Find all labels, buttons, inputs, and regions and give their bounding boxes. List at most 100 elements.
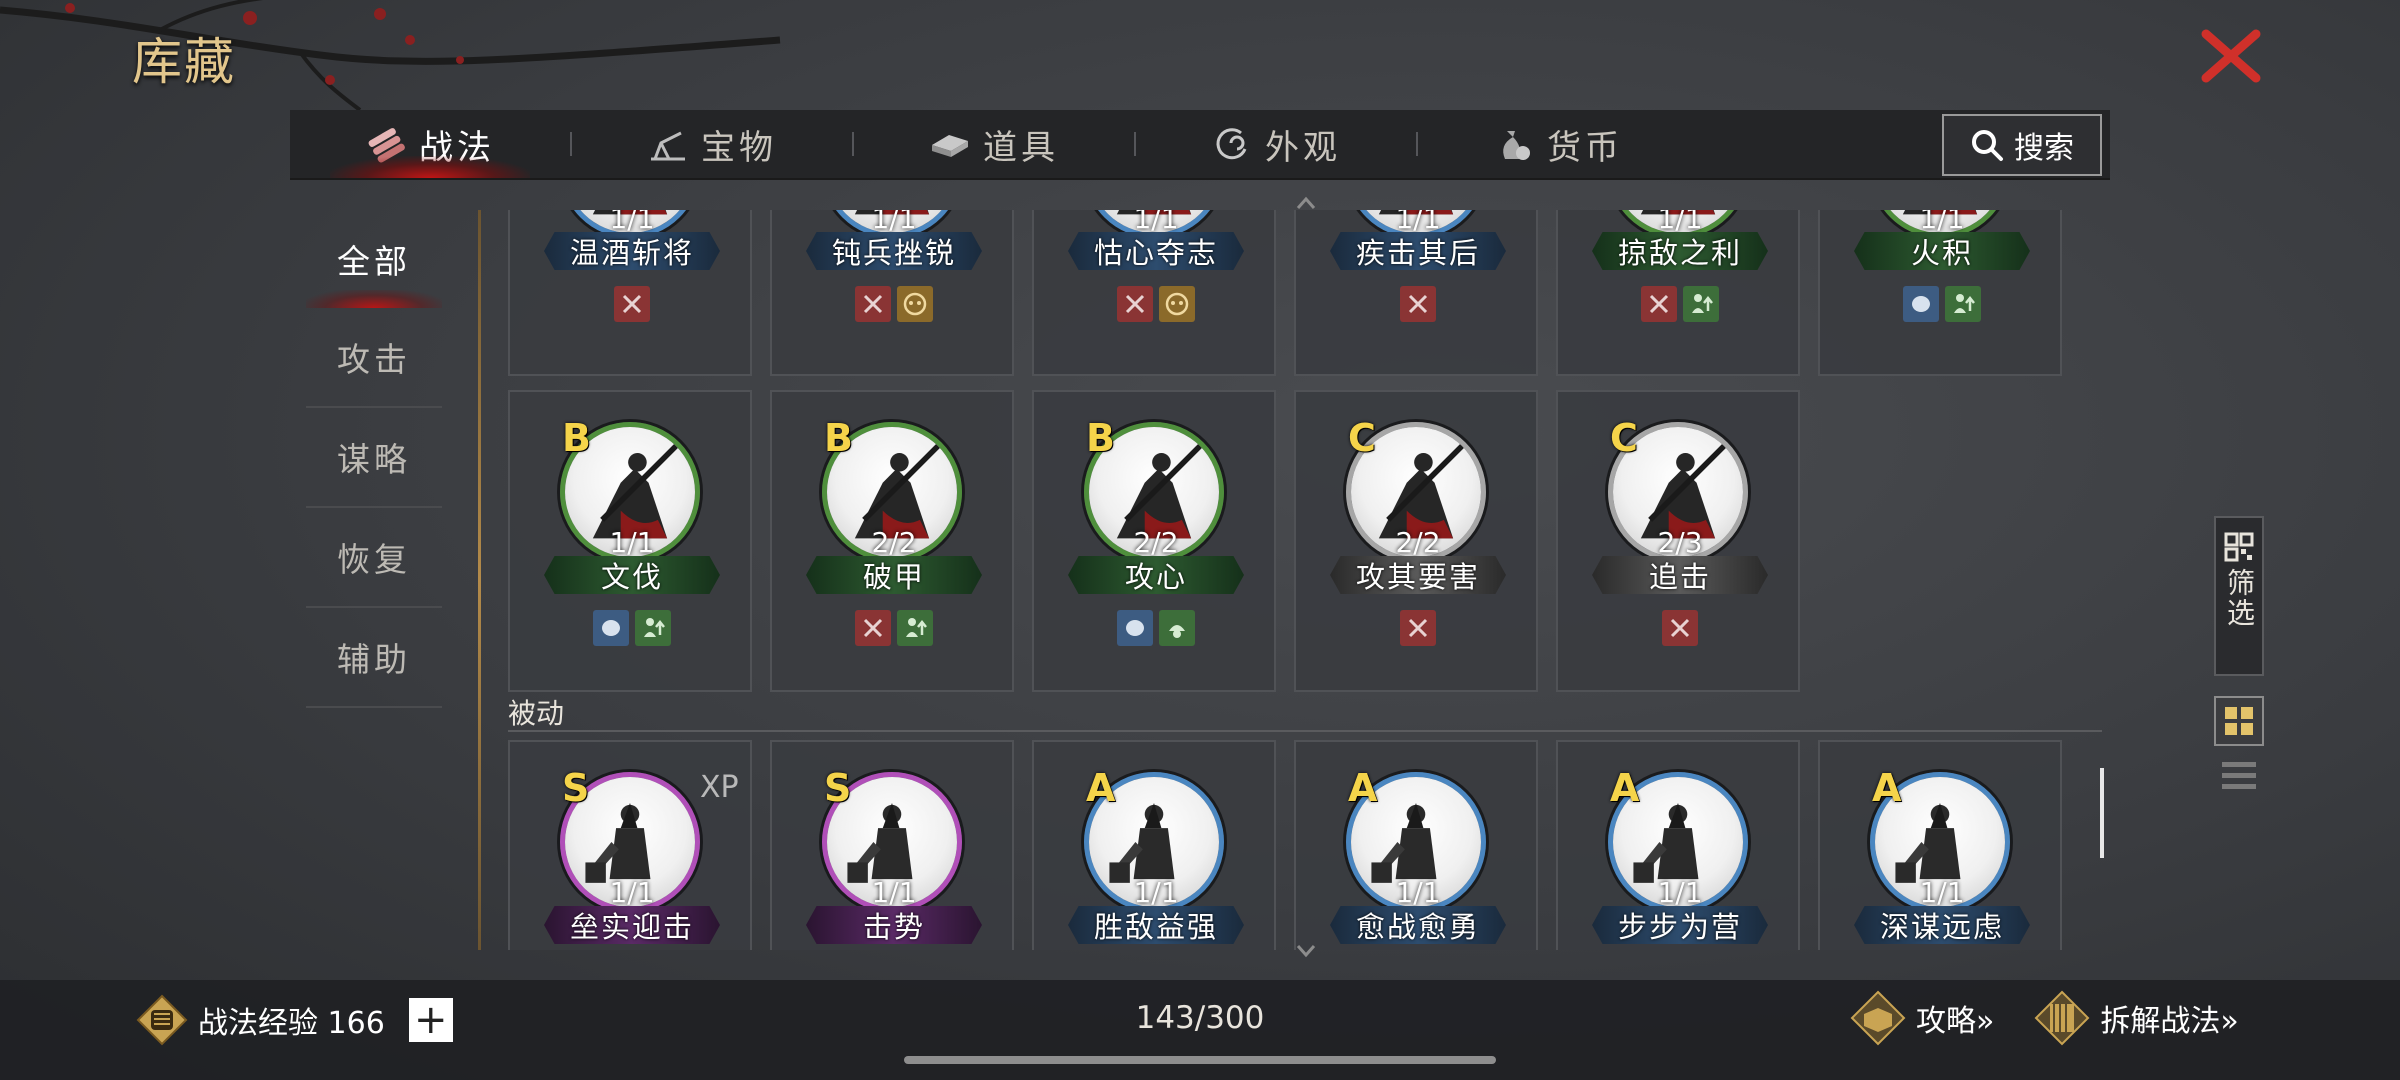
skill-card[interactable]: 1/1 掠敌之利 <box>1556 210 1800 376</box>
sidebar-item-attack[interactable]: 攻击 <box>306 308 442 408</box>
skill-card[interactable]: A 1/1 愈战愈勇 <box>1294 740 1538 950</box>
skill-card[interactable]: A 1/1 步步为营 <box>1556 740 1800 950</box>
tab-daoju[interactable]: 道具 <box>854 110 1134 178</box>
category-tab-bar: 战法 宝物 道具 外观 货币 搜索 <box>290 110 2110 180</box>
sidebar-item-all[interactable]: 全部 <box>306 210 442 308</box>
grid-view-toggle[interactable] <box>2214 696 2264 746</box>
skill-name: 垒实迎击 <box>544 906 720 944</box>
tab-waiguan[interactable]: 外观 <box>1136 110 1416 178</box>
tab-label: 战法 <box>419 127 495 168</box>
heal-icon <box>1169 625 1185 638</box>
skill-name: 胜敌益强 <box>1068 906 1244 944</box>
storage-capacity: 143/300 <box>1135 1000 1265 1036</box>
tab-baowu[interactable]: 宝物 <box>572 110 852 178</box>
tab-label: 道具 <box>983 127 1059 168</box>
skill-card[interactable]: 1/1 疾击其后 <box>1294 210 1538 376</box>
skill-tags <box>772 286 1016 322</box>
cannon-icon <box>651 131 685 161</box>
skill-card[interactable]: 1/1 火积 <box>1818 210 2062 376</box>
skill-card[interactable]: A 1/1 深谋远虑 <box>1818 740 2062 950</box>
guide-link[interactable]: 攻略» <box>1850 990 1994 1046</box>
skill-tags <box>1034 286 1278 322</box>
skill-name: 击势 <box>806 906 982 944</box>
sidebar-item-support[interactable]: 辅助 <box>306 608 442 708</box>
list-view-toggle[interactable] <box>2220 758 2258 794</box>
grade-badge: A <box>1872 766 1902 810</box>
xp-badge: XP <box>700 770 739 805</box>
tag-brain <box>1903 286 1939 322</box>
skill-card[interactable]: S 1/1 击势 <box>770 740 1014 950</box>
skill-tags <box>1296 286 1540 322</box>
crossed-swords-icon <box>863 294 883 314</box>
tag-sword <box>614 286 650 322</box>
tag-sword <box>1400 286 1436 322</box>
skill-name: 深谋远虑 <box>1854 906 2030 944</box>
skill-name: 火积 <box>1854 232 2030 270</box>
brain-icon <box>602 620 620 636</box>
tag-sword <box>1400 610 1436 646</box>
skill-count: 1/1 <box>609 876 655 909</box>
skill-tags <box>1558 610 1802 646</box>
skill-tags <box>510 286 754 322</box>
search-label: 搜索 <box>2014 131 2074 166</box>
skill-card[interactable]: S XP 1/1 垒实迎击 <box>508 740 752 950</box>
skill-count: 1/1 <box>609 526 655 559</box>
skill-count: 2/2 <box>1395 526 1441 559</box>
skill-card[interactable]: A 1/1 胜敌益强 <box>1032 740 1276 950</box>
skill-count: 1/1 <box>1395 210 1441 235</box>
skill-card[interactable]: B 1/1 文伐 <box>508 390 752 692</box>
add-exp-button[interactable]: + <box>408 997 453 1043</box>
skill-count: 1/1 <box>1657 210 1703 235</box>
skill-count: 1/1 <box>1919 876 1965 909</box>
skill-name: 掠敌之利 <box>1592 232 1768 270</box>
brain-icon <box>1912 296 1930 312</box>
disassemble-link[interactable]: 拆解战法» <box>2034 990 2239 1046</box>
bars-icon <box>932 135 968 157</box>
buff-up-icon <box>1954 294 1975 313</box>
scrollbar-thumb[interactable] <box>2100 768 2104 858</box>
filter-label: 筛选 <box>2223 568 2256 628</box>
swirl-icon <box>1216 128 1247 160</box>
skill-card[interactable]: 1/1 温酒斩将 <box>508 210 752 376</box>
skill-card[interactable]: 1/1 怙心夺志 <box>1032 210 1276 376</box>
money-bag-icon <box>1503 131 1530 160</box>
guide-label: 攻略» <box>1916 1004 1995 1039</box>
sidebar-divider <box>478 210 481 950</box>
book-icon <box>1850 990 1906 1046</box>
grade-badge: B <box>1086 416 1115 460</box>
sidebar-item-recovery[interactable]: 恢复 <box>306 508 442 608</box>
crossed-swords-icon <box>1125 294 1145 314</box>
buff-up-icon <box>644 618 665 637</box>
category-sidebar: 全部 攻击 谋略 恢复 辅助 <box>306 210 442 708</box>
filter-button[interactable]: 筛选 <box>2214 516 2264 676</box>
skill-card[interactable]: C 2/3 追击 <box>1556 390 1800 692</box>
scroll-down-indicator <box>1296 945 1316 958</box>
tab-zhanfa[interactable]: 战法 <box>290 110 570 178</box>
skill-card[interactable]: 1/1 钝兵挫锐 <box>770 210 1014 376</box>
skill-tags <box>1820 286 2064 322</box>
grade-badge: S <box>824 766 852 810</box>
mask-icon <box>1165 292 1189 316</box>
disassemble-label: 拆解战法» <box>2100 1004 2239 1039</box>
search-button[interactable]: 搜索 <box>1942 114 2102 176</box>
skill-card[interactable]: C 2/2 攻其要害 <box>1294 390 1538 692</box>
tag-buff <box>1683 286 1719 322</box>
skill-card[interactable]: B 2/2 攻心 <box>1032 390 1276 692</box>
tab-huobi[interactable]: 货币 <box>1418 110 1698 178</box>
skill-count: 1/1 <box>1657 876 1703 909</box>
skill-name: 追击 <box>1592 556 1768 594</box>
skill-count: 2/3 <box>1657 526 1703 559</box>
tag-sword <box>1117 286 1153 322</box>
skill-exp-label: 战法经验 166 <box>198 1006 385 1041</box>
grade-badge: S <box>562 766 590 810</box>
scrolls-icon <box>368 128 405 163</box>
grade-badge: C <box>1348 416 1376 460</box>
skill-card[interactable]: B 2/2 破甲 <box>770 390 1014 692</box>
sidebar-item-strategy[interactable]: 谋略 <box>306 408 442 508</box>
brain-icon <box>1126 620 1144 636</box>
home-indicator[interactable] <box>904 1056 1496 1064</box>
close-button[interactable] <box>2196 26 2266 86</box>
scroll-bundle-icon <box>2034 990 2090 1046</box>
skill-tags <box>1558 286 1802 322</box>
skill-count: 1/1 <box>871 210 917 235</box>
